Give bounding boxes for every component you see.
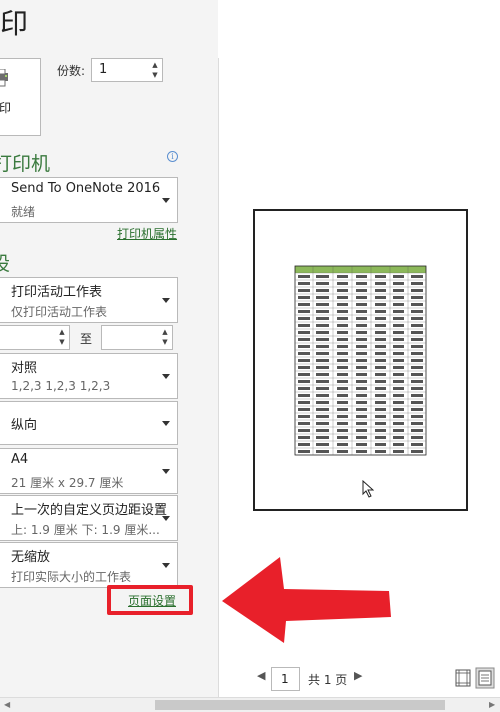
print-button[interactable]: 打印 (0, 58, 41, 136)
margins-dropdown[interactable]: 上一次的自定义页边距设置 上: 1.9 厘米 下: 1.9 厘米... (0, 495, 178, 541)
settings-section-title: 设 (0, 253, 11, 275)
preview-table-header (295, 266, 426, 273)
scroll-left-icon[interactable]: ◀ (4, 700, 10, 709)
printer-dropdown[interactable]: Send To OneNote 2016 就绪 (0, 177, 178, 223)
print-scope-sub: 仅打印活动工作表 (11, 305, 108, 319)
page-title: 印 (0, 7, 29, 40)
scaling-main: 无缩放 (11, 550, 51, 565)
scaling-sub: 打印实际大小的工作表 (11, 570, 132, 584)
spin-down-icon[interactable]: ▼ (150, 70, 160, 80)
copies-stepper[interactable]: 1 ▲ ▼ (91, 58, 163, 82)
total-pages-label: 共 1 页 (308, 673, 348, 687)
chevron-down-icon (162, 421, 170, 426)
printer-section-title: 打印机 (0, 153, 51, 175)
current-page-input[interactable]: 1 (271, 667, 300, 691)
print-preview-page (253, 209, 468, 511)
print-scope-main: 打印活动工作表 (11, 285, 103, 300)
current-page-value: 1 (281, 672, 289, 686)
spin-up-icon[interactable]: ▲ (160, 327, 170, 337)
paper-size-sub: 21 厘米 x 29.7 厘米 (11, 476, 124, 490)
show-margins-icon[interactable] (453, 667, 473, 689)
info-icon[interactable]: i (167, 151, 178, 162)
spin-down-icon[interactable]: ▼ (160, 337, 170, 347)
print-button-label: 打印 (0, 101, 12, 115)
chevron-down-icon (162, 374, 170, 379)
printer-icon (0, 69, 8, 87)
printer-name: Send To OneNote 2016 (11, 181, 161, 196)
zoom-to-page-icon[interactable] (475, 667, 495, 689)
scroll-right-icon[interactable]: ▶ (489, 700, 495, 709)
collate-sub: 1,2,3 1,2,3 1,2,3 (11, 379, 111, 393)
copies-label: 份数: (57, 64, 86, 78)
collate-dropdown[interactable]: 对照 1,2,3 1,2,3 1,2,3 (0, 353, 178, 399)
horizontal-scrollbar[interactable]: ◀ ▶ (0, 697, 500, 712)
next-page-icon[interactable]: ▶ (354, 669, 362, 682)
spin-down-icon[interactable]: ▼ (57, 337, 67, 347)
prev-page-icon[interactable]: ◀ (257, 669, 265, 682)
chevron-down-icon (162, 563, 170, 568)
orientation-dropdown[interactable]: 纵向 (0, 401, 178, 445)
pages-from-input[interactable]: ▲ ▼ (0, 325, 70, 350)
margins-main: 上一次的自定义页边距设置 (11, 503, 168, 518)
chevron-down-icon (162, 469, 170, 474)
printer-status: 就绪 (11, 205, 36, 219)
spin-up-icon[interactable]: ▲ (150, 60, 160, 70)
orientation-main: 纵向 (11, 418, 38, 433)
scaling-dropdown[interactable]: 无缩放 打印实际大小的工作表 (0, 542, 178, 588)
collate-main: 对照 (11, 361, 38, 376)
printer-properties-link[interactable]: 打印机属性 (117, 225, 177, 242)
paper-size-main: A4 (11, 452, 29, 467)
copies-value: 1 (99, 62, 108, 77)
paper-size-dropdown[interactable]: A4 21 厘米 x 29.7 厘米 (0, 448, 178, 494)
chevron-down-icon (162, 516, 170, 521)
scrollbar-thumb[interactable] (155, 700, 445, 710)
pages-to-input[interactable]: ▲ ▼ (101, 325, 173, 350)
page-setup-link[interactable]: 页面设置 (128, 592, 176, 609)
spin-up-icon[interactable]: ▲ (57, 327, 67, 337)
red-arrow-annotation (222, 557, 391, 643)
pages-to-label: 至 (80, 332, 93, 346)
chevron-down-icon (162, 198, 170, 203)
margins-sub: 上: 1.9 厘米 下: 1.9 厘米... (11, 523, 160, 537)
preview-spreadsheet-table (294, 265, 427, 456)
mouse-cursor-icon (362, 480, 374, 498)
chevron-down-icon (162, 298, 170, 303)
print-scope-dropdown[interactable]: 打印活动工作表 仅打印活动工作表 (0, 277, 178, 323)
